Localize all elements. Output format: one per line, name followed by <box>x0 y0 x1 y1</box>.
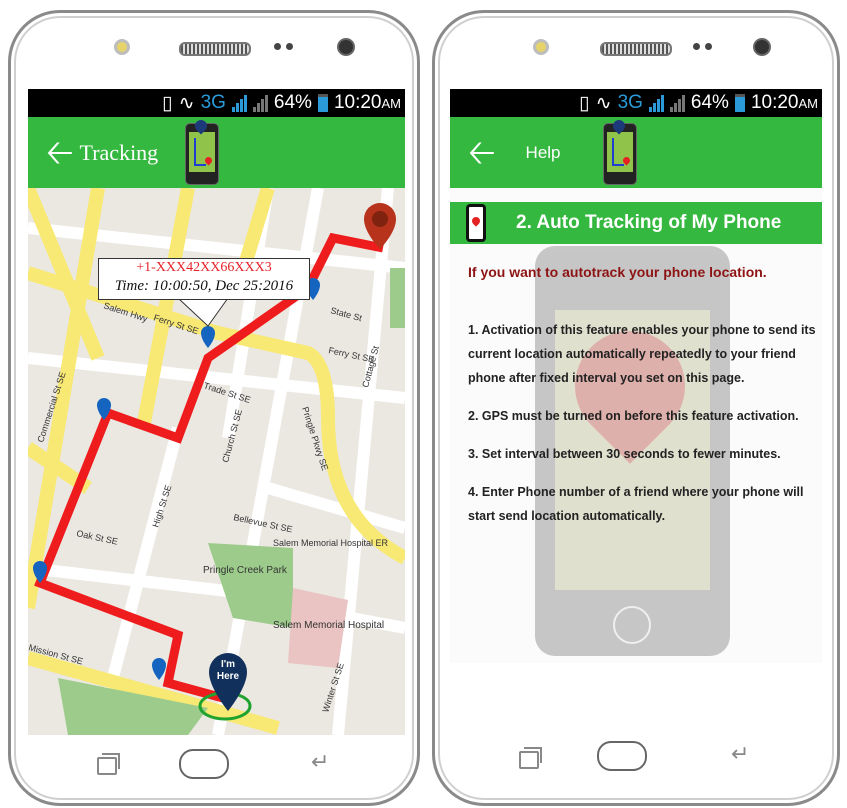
instruction-list: 1. Activation of this feature enables yo… <box>450 318 822 528</box>
recent-apps-button[interactable] <box>97 753 120 775</box>
home-button[interactable] <box>179 749 229 779</box>
battery-icon <box>317 94 328 112</box>
signal-no-service-icon <box>669 94 685 112</box>
list-item: 1. Activation of this feature enables yo… <box>468 323 816 385</box>
sensor-dot <box>274 43 281 50</box>
waypoint-marker-icon <box>152 658 166 680</box>
status-bar: ▯ ∿ 3G 64% 10:20AM <box>28 89 405 117</box>
recent-apps-button[interactable] <box>519 747 542 769</box>
road <box>28 188 105 610</box>
battery-icon <box>734 94 745 112</box>
tracking-screen: ▯ ∿ 3G 64% 10:20AM 🡠 Tracking Salem Hwy … <box>28 89 405 735</box>
list-item: 2. GPS must be turned on before this fea… <box>468 409 799 423</box>
phone-map-icon <box>185 117 219 185</box>
park-area <box>390 268 405 328</box>
back-button[interactable]: ↵ <box>311 751 329 773</box>
arrow-left-icon[interactable]: 🡠 <box>468 136 496 170</box>
phone-frame-tracking: ▯ ∿ 3G 64% 10:20AM 🡠 Tracking Salem Hwy … <box>8 10 420 806</box>
help-content: 2. Auto Tracking of My Phone If you want… <box>450 188 822 663</box>
phone-location-icon <box>466 204 486 242</box>
flash-icon <box>533 39 549 55</box>
app-bar: 🡠 Help <box>450 117 822 188</box>
sensor-dot <box>705 43 712 50</box>
list-item: 4. Enter Phone number of a friend where … <box>468 485 804 523</box>
front-camera-icon <box>337 38 355 56</box>
map-view[interactable]: Salem Hwy Ferry St SE State St Trade St … <box>28 188 405 735</box>
place-label: Salem Memorial Hospital <box>273 620 384 631</box>
place-label: Salem Memorial Hospital ER <box>273 538 389 548</box>
wifi-icon: ∿ <box>178 92 195 114</box>
phone-frame-help: ▯ ∿ 3G 64% 10:20AM 🡠 Help 2. Auto Tracki… <box>432 10 840 806</box>
street-label: State St <box>329 305 363 323</box>
sensor-dot <box>286 43 293 50</box>
phone-map-icon <box>603 117 637 185</box>
speaker-grille <box>179 42 251 56</box>
battery-percent: 64% <box>690 92 729 113</box>
street-label: Oak St SE <box>76 528 119 547</box>
waypoint-marker-icon <box>201 326 215 348</box>
sensor-dot <box>693 43 700 50</box>
app-bar: 🡠 Tracking <box>28 117 405 188</box>
page-title: Help <box>525 142 561 162</box>
signal-no-service-icon <box>252 94 268 112</box>
street-label: Cottage St <box>360 344 381 388</box>
battery-percent: 64% <box>273 92 312 113</box>
back-button[interactable]: ↵ <box>731 743 749 765</box>
tracked-time: Time: 10:00:50, Dec 25:2016 <box>114 278 294 294</box>
front-camera-icon <box>753 38 771 56</box>
help-heading: If you want to autotrack your phone loca… <box>468 264 767 280</box>
clock: 10:20AM <box>750 92 818 113</box>
help-text: If you want to autotrack your phone loca… <box>450 264 822 542</box>
street <box>332 188 394 735</box>
page-title: Tracking <box>79 139 159 165</box>
wifi-icon: ∿ <box>595 92 612 114</box>
location-callout: +1-XXX42XX66XXX3 Time: 10:00:50, Dec 25:… <box>98 258 310 300</box>
status-bar: ▯ ∿ 3G 64% 10:20AM <box>450 89 822 117</box>
home-button[interactable] <box>597 741 647 771</box>
arrow-left-icon[interactable]: 🡠 <box>46 136 74 170</box>
speaker-grille <box>600 42 672 56</box>
section-header: 2. Auto Tracking of My Phone <box>450 202 822 244</box>
list-item: 3. Set interval between 30 seconds to fe… <box>468 447 781 461</box>
rotate-icon: ▯ <box>162 92 173 114</box>
im-here-pin-icon[interactable]: I'm Here <box>209 653 247 711</box>
signal-icon <box>231 94 247 112</box>
flash-icon <box>114 39 130 55</box>
rotate-icon: ▯ <box>579 92 590 114</box>
section-title: 2. Auto Tracking of My Phone <box>516 212 782 233</box>
signal-icon <box>648 94 664 112</box>
place-label: Pringle Creek Park <box>203 565 288 576</box>
network-type: 3G <box>617 92 643 113</box>
clock: 10:20AM <box>333 92 401 113</box>
tracked-phone-number: +1-XXX42XX66XXX3 <box>136 260 272 275</box>
help-screen: ▯ ∿ 3G 64% 10:20AM 🡠 Help 2. Auto Tracki… <box>450 89 822 663</box>
network-type: 3G <box>200 92 226 113</box>
